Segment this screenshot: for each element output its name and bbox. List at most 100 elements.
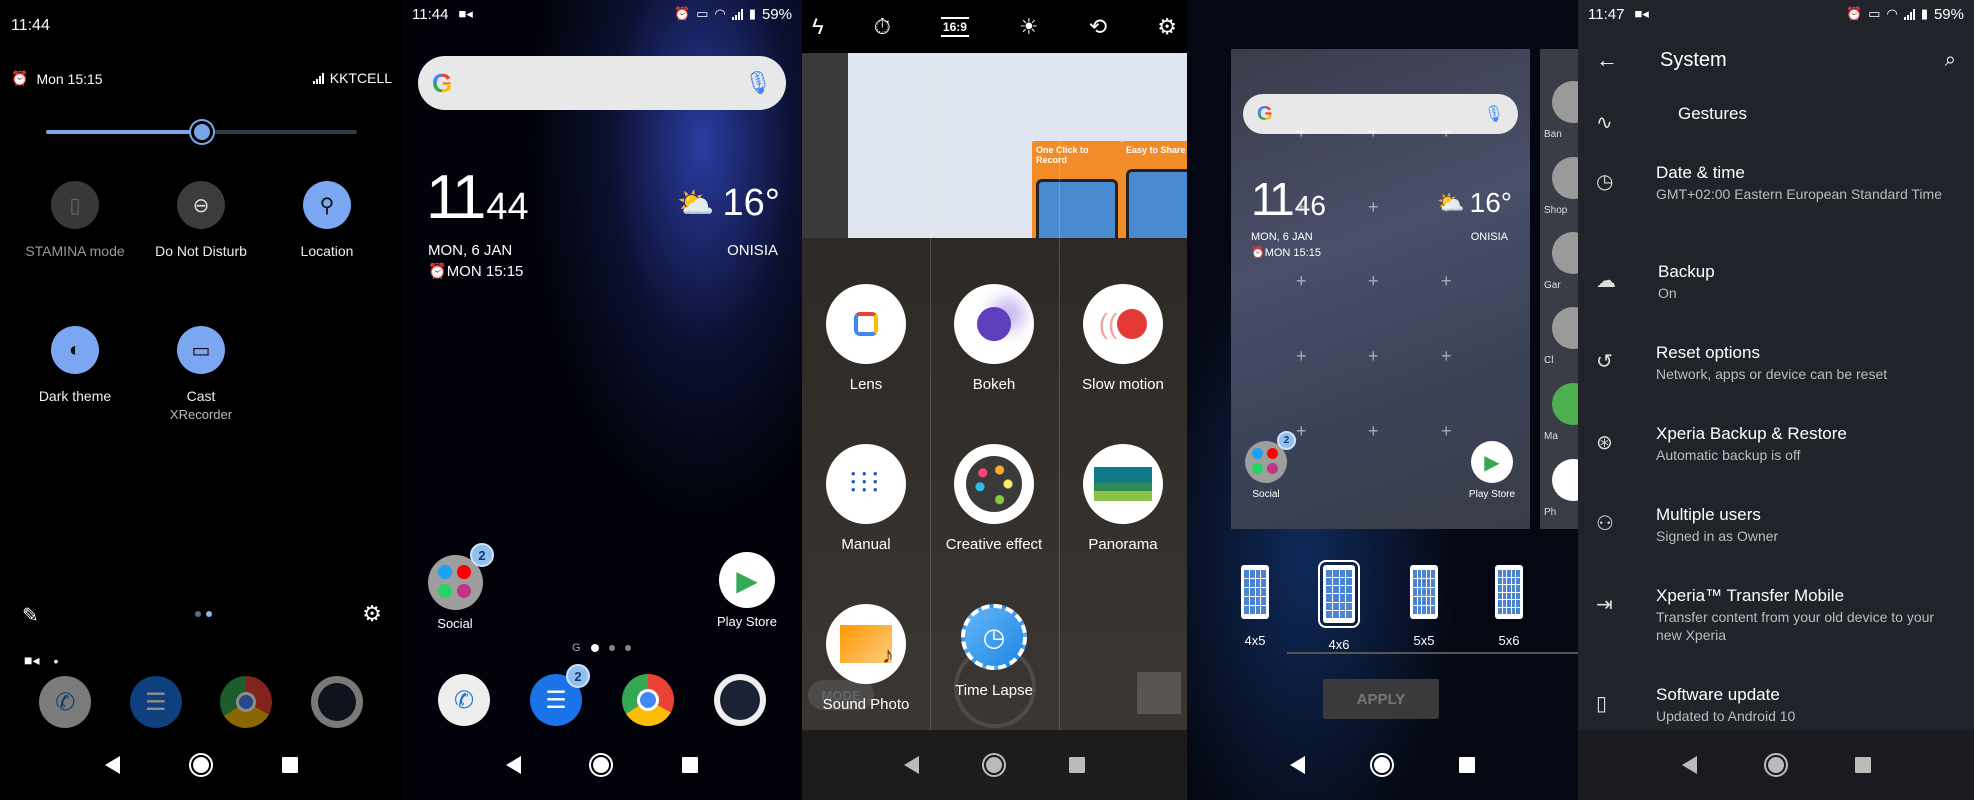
aspect-ratio-button[interactable]: 16:9 xyxy=(940,16,969,37)
setting-text: Software update Updated to Android 10 xyxy=(1656,685,1956,726)
app-label: Social xyxy=(1252,489,1280,500)
tile-label: Do Not Disturb xyxy=(155,243,247,259)
battery-percent: 59% xyxy=(1933,5,1964,23)
edit-icon[interactable]: ✎ xyxy=(22,603,39,628)
setting-software-update[interactable]: ▯ Software update Updated to Android 10 xyxy=(1578,685,1974,726)
microphone-icon: 🎙 xyxy=(1483,106,1504,123)
mode-slow-motion[interactable]: (( Slow motion xyxy=(1059,284,1187,393)
messages-icon: ☰ xyxy=(545,686,567,714)
date-text: MON, 6 JAN xyxy=(1251,231,1313,243)
battery-icon: ▯ xyxy=(51,181,99,229)
chrome-app[interactable] xyxy=(622,674,674,726)
setting-reset-options[interactable]: ↺ Reset options Network, apps or device ca… xyxy=(1578,343,1974,384)
alarm-icon: ⏰ xyxy=(673,6,691,21)
tile-location[interactable]: ⚲ Location xyxy=(262,181,392,259)
back-arrow-icon[interactable]: ← xyxy=(1596,47,1618,73)
setting-xperia-backup-restore[interactable]: ⊛ Xperia Backup & Restore Automatic backup… xyxy=(1578,424,1974,465)
clock-widget[interactable]: 11 44 xyxy=(426,167,529,229)
home-button[interactable] xyxy=(589,753,614,777)
recents-button[interactable] xyxy=(1069,757,1086,773)
quick-settings-panel: 11:44 ⏰ Mon 15:15 KKTCELL ▯ STAMINA mode… xyxy=(0,0,402,800)
home-button[interactable] xyxy=(1763,753,1788,777)
mode-manual[interactable]: ⫶⫶⫶ Manual xyxy=(802,444,930,553)
page-dot-active xyxy=(590,644,599,652)
mode-lens[interactable]: Lens xyxy=(802,284,930,393)
home-button[interactable] xyxy=(188,753,213,777)
back-button[interactable] xyxy=(104,756,120,774)
weather-widget[interactable]: ⛅ 16° xyxy=(677,182,780,225)
maps-icon xyxy=(1552,383,1578,425)
setting-text: Xperia Backup & Restore Automatic backup … xyxy=(1656,424,1956,465)
back-button[interactable] xyxy=(1289,756,1305,774)
mode-sound-photo[interactable]: ♪ Sound Photo xyxy=(802,604,930,713)
recents-button[interactable] xyxy=(1459,757,1476,773)
mode-time-lapse[interactable]: ◷ Time Lapse xyxy=(930,604,1058,699)
home-preview: G 🎙 11 46 MON, 6 JAN ⏰MON 15:15 ⛅ 16° ON… xyxy=(1231,49,1530,529)
back-button[interactable] xyxy=(506,756,522,774)
setting-title: Xperia™ Transfer Mobile xyxy=(1656,586,1845,605)
google-search-bar[interactable]: G 🎙 xyxy=(418,56,786,110)
setting-xperia-transfer-mobile[interactable]: ⇥ Xperia™ Transfer Mobile Transfer content… xyxy=(1578,586,1974,644)
camera-viewfinder[interactable]: One Click to Record Easy to Share & xyxy=(802,53,1187,271)
mode-creative-effect[interactable]: Creative effect xyxy=(930,444,1058,553)
grid-option-label: 5x5 xyxy=(1413,633,1435,648)
next-alarm: ⏰MON 15:15 xyxy=(428,263,524,280)
mode-bokeh[interactable]: Bokeh xyxy=(930,284,1058,393)
lens-icon xyxy=(826,284,906,364)
timer-off-icon[interactable]: ⏱ xyxy=(874,14,891,40)
brightness-thumb[interactable] xyxy=(190,121,213,143)
setting-gestures[interactable]: ∿ Gestures xyxy=(1578,104,1974,135)
page-indicator: G xyxy=(572,642,631,654)
tile-stamina[interactable]: ▯ STAMINA mode xyxy=(10,181,140,259)
location-icon: ⚲ xyxy=(303,181,351,229)
settings-icon[interactable]: ⚙ xyxy=(1157,14,1177,40)
switch-camera-icon[interactable]: ⟲ xyxy=(1089,14,1107,40)
search-icon[interactable]: ⌕ xyxy=(1945,49,1956,72)
youtube-icon xyxy=(1267,448,1278,459)
play-store-app[interactable]: ▶ Play Store xyxy=(702,552,792,629)
flash-off-icon[interactable]: ϟ xyxy=(812,14,824,40)
tile-dark-theme[interactable]: ◐ Dark theme xyxy=(10,326,140,404)
back-button[interactable] xyxy=(903,756,919,774)
alarm-text: MON 15:15 xyxy=(1264,247,1321,259)
recents-button[interactable] xyxy=(1854,757,1871,773)
grid-option-4x5[interactable]: 4x5 xyxy=(1225,565,1285,648)
mode-panorama[interactable]: Panorama xyxy=(1059,444,1187,553)
app-label: Ma xyxy=(1544,431,1558,442)
setting-date-time[interactable]: ◷ Date & time GMT+02:00 Eastern European S… xyxy=(1578,163,1974,204)
grid-option-5x6[interactable]: 5x6 xyxy=(1479,565,1539,648)
home-button[interactable] xyxy=(981,753,1006,777)
add-widget-plus: + xyxy=(1296,197,1307,217)
brightness-slider[interactable] xyxy=(46,121,357,143)
recents-button[interactable] xyxy=(281,757,298,773)
phone-icon: ✆ xyxy=(39,676,92,728)
page-title: System xyxy=(1660,48,1727,71)
tile-do-not-disturb[interactable]: ⊖ Do Not Disturb xyxy=(136,181,266,259)
recents-button[interactable] xyxy=(681,757,698,773)
messages-app[interactable]: ☰ 2 xyxy=(530,664,590,726)
gallery-thumbnail[interactable] xyxy=(1137,672,1181,714)
settings-gear-icon[interactable]: ⚙ xyxy=(362,601,382,627)
brightness-icon[interactable]: ☀ xyxy=(1019,14,1039,40)
folder-label: Cl xyxy=(1544,355,1554,366)
tile-cast[interactable]: ▭ Cast XRecorder xyxy=(136,326,266,422)
qs-next-alarm[interactable]: ⏰ Mon 15:15 xyxy=(11,70,103,87)
setting-multiple-users[interactable]: ⚇ Multiple users Signed in as Owner xyxy=(1578,505,1974,546)
apply-button[interactable]: APPLY xyxy=(1323,679,1439,719)
clock-icon: ◷ xyxy=(1596,171,1614,193)
page-dot xyxy=(195,611,201,617)
microphone-icon[interactable]: 🎙 xyxy=(744,70,772,96)
grid-option-5x5[interactable]: 5x5 xyxy=(1394,565,1454,648)
back-button[interactable] xyxy=(1681,756,1697,774)
signal-icon xyxy=(731,8,743,20)
palette-icon xyxy=(954,444,1034,524)
social-folder[interactable]: 2 Social xyxy=(410,543,500,631)
phone-app[interactable]: ✆ xyxy=(438,674,490,726)
camera-app[interactable] xyxy=(714,674,766,726)
home-button[interactable] xyxy=(1369,753,1394,777)
setting-backup[interactable]: ☁ Backup On xyxy=(1578,262,1974,303)
grid-option-4x6[interactable]: 4x6 xyxy=(1309,560,1369,652)
nav-bar xyxy=(802,730,1187,800)
mode-label: Time Lapse xyxy=(955,682,1033,699)
add-widget-plus: + xyxy=(1296,271,1307,291)
